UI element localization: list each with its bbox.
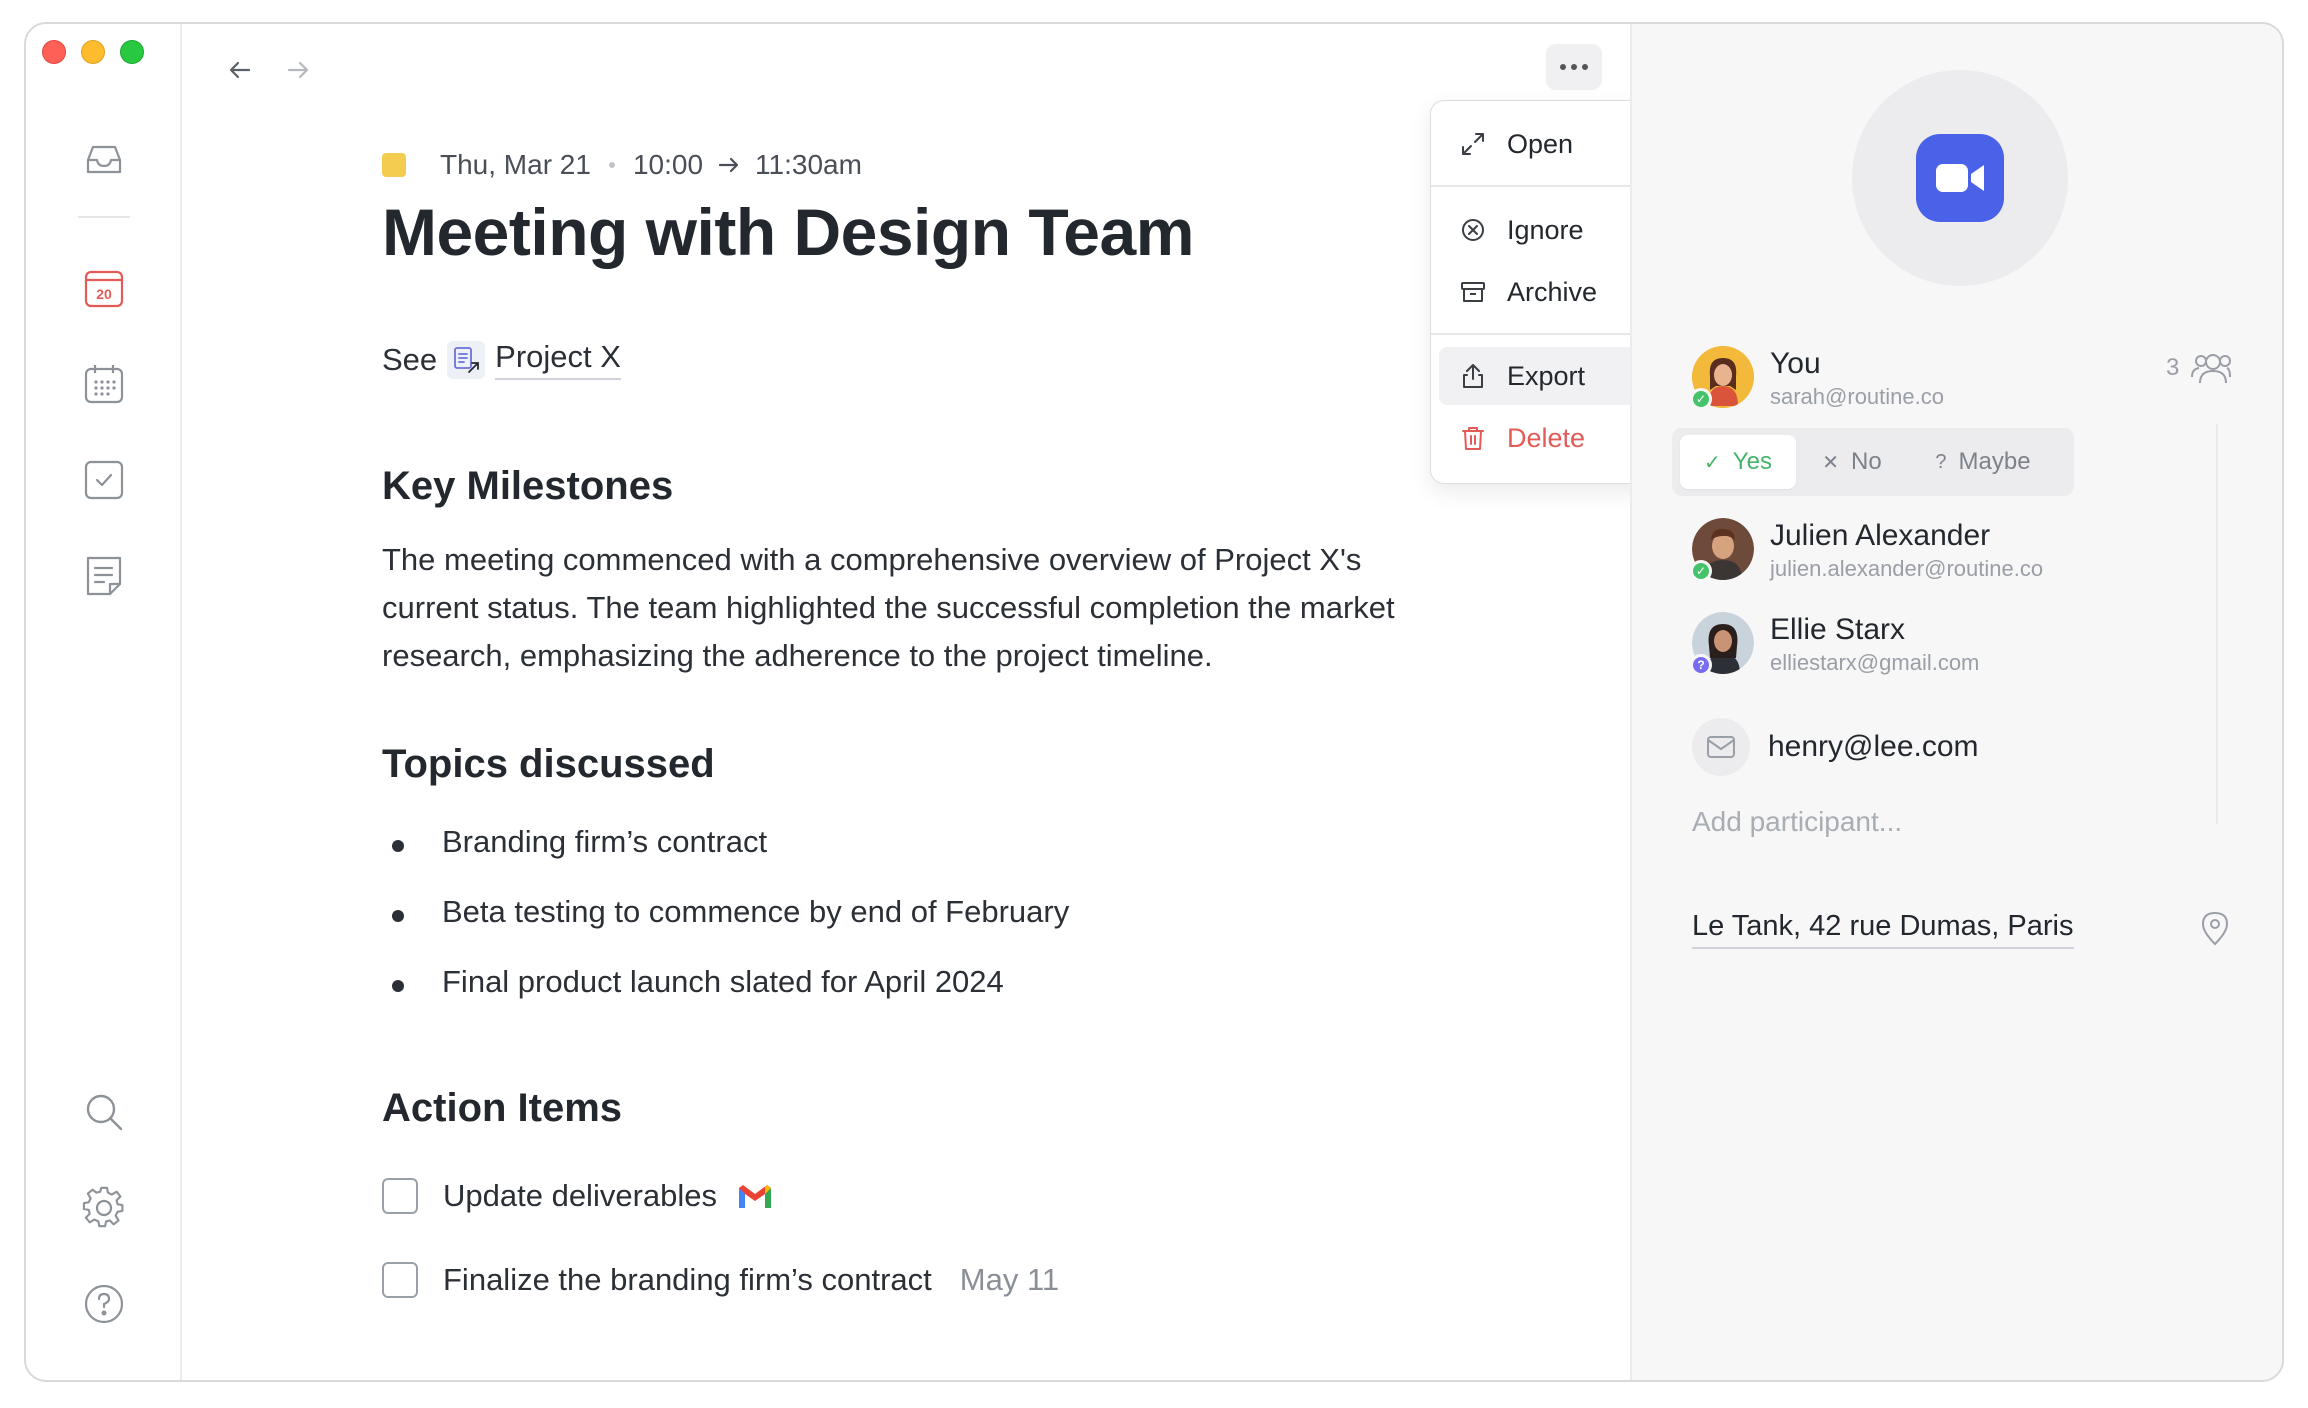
conference-button[interactable] <box>1852 70 2068 286</box>
event-detail: Thu, Mar 21 10:00 11:30am Meeting with D… <box>182 24 1782 1380</box>
people-icon <box>2191 354 2232 384</box>
gear-icon[interactable] <box>78 1182 130 1234</box>
task-checkbox[interactable] <box>382 1178 418 1214</box>
participant-name: Ellie Starx <box>1770 613 1906 646</box>
action-item: Finalize the branding firm’s contract Ma… <box>382 1262 1059 1298</box>
accepted-status-icon: ✓ <box>1690 388 1712 410</box>
participant-name: Julien Alexander <box>1770 519 1991 552</box>
check-icon: ✓ <box>1704 451 1721 474</box>
search-icon[interactable] <box>78 1086 130 1138</box>
participant-email: elliestarx@gmail.com <box>1770 650 1980 675</box>
share-icon <box>1459 362 1487 390</box>
topics-list: Branding firm’s contract Beta testing to… <box>382 824 1069 1034</box>
help-icon[interactable] <box>78 1278 130 1330</box>
topics-heading: Topics discussed <box>382 742 715 786</box>
see-label: See <box>382 341 438 377</box>
arrow-right-icon <box>717 153 741 177</box>
notes-icon[interactable] <box>78 550 130 602</box>
participant-email: sarah@routine.co <box>1770 384 1944 409</box>
x-icon: ✕ <box>1822 451 1840 474</box>
trash-icon <box>1459 424 1487 452</box>
pending-status-icon: ? <box>1690 654 1712 676</box>
gmail-icon[interactable] <box>737 1182 773 1210</box>
participants-count[interactable]: 3 <box>2166 350 2233 386</box>
more-options-button[interactable] <box>1546 44 1602 90</box>
location-field[interactable]: Le Tank, 42 rue Dumas, Paris <box>1692 910 2074 949</box>
app-window: 20 Thu, Mar 21 10:00 11:30am Meeting wit… <box>24 22 2284 1382</box>
participant-julien[interactable]: ✓ Julien Alexander julien.alexander@rout… <box>1690 518 2044 584</box>
rsvp-no-label: No <box>1851 448 1882 475</box>
mail-icon <box>1692 718 1750 776</box>
more-dots-icon <box>1560 64 1566 70</box>
participant-email: julien.alexander@routine.co <box>1770 556 2044 581</box>
zoom-icon <box>1916 134 2004 222</box>
participant-count-value: 3 <box>2166 354 2180 381</box>
calendar-today-icon[interactable]: 20 <box>78 262 130 314</box>
calendar-day-number: 20 <box>96 286 112 302</box>
event-start-time[interactable]: 10:00 <box>633 149 703 181</box>
participant-ellie[interactable]: ? Ellie Starx elliestarx@gmail.com <box>1690 612 1980 678</box>
action-label[interactable]: Update deliverables <box>443 1178 717 1214</box>
actions-heading: Action Items <box>382 1086 623 1130</box>
tasks-icon[interactable] <box>78 454 130 506</box>
location-pin-icon[interactable] <box>2200 910 2230 946</box>
action-due-date[interactable]: May 11 <box>960 1262 1059 1298</box>
forward-arrow-icon[interactable] <box>280 52 316 88</box>
event-datetime[interactable]: Thu, Mar 21 10:00 11:30am <box>382 149 862 181</box>
milestones-heading: Key Milestones <box>382 464 674 508</box>
action-label[interactable]: Finalize the branding firm’s contract <box>443 1262 932 1298</box>
action-item: Update deliverables <box>382 1178 773 1214</box>
separator-dot <box>608 162 615 168</box>
milestones-text[interactable]: The meeting commenced with a comprehensi… <box>382 536 1412 680</box>
event-side-panel: ✓ You sarah@routine.co 3 ✓ Yes ✕ No ? Ma… <box>1630 24 2282 1380</box>
sidebar-divider <box>78 216 130 218</box>
project-x-link[interactable]: Project X <box>495 339 621 380</box>
avatar: ✓ <box>1690 346 1754 410</box>
event-end-time[interactable]: 11:30am <box>755 149 862 181</box>
avatar: ✓ <box>1690 518 1754 582</box>
rsvp-yes-button[interactable]: ✓ Yes <box>1680 435 1796 489</box>
participant-you[interactable]: ✓ You sarah@routine.co <box>1690 346 1944 412</box>
list-item[interactable]: Beta testing to commence by end of Febru… <box>382 894 1069 964</box>
calendar-grid-icon[interactable] <box>78 358 130 410</box>
back-arrow-icon[interactable] <box>222 52 258 88</box>
inbox-icon[interactable] <box>78 134 130 186</box>
archive-icon <box>1459 278 1487 306</box>
linked-doc-icon <box>447 340 486 379</box>
accepted-status-icon: ✓ <box>1690 560 1712 582</box>
event-title[interactable]: Meeting with Design Team <box>382 194 1194 270</box>
ignore-icon <box>1459 216 1487 244</box>
rsvp-yes-label: Yes <box>1732 448 1772 475</box>
linked-doc-line: See Project X <box>382 339 621 380</box>
add-participant-input[interactable]: Add participant... <box>1692 806 1902 838</box>
sidebar: 20 <box>26 24 182 1380</box>
participant-email: henry@lee.com <box>1768 730 1979 763</box>
task-checkbox[interactable] <box>382 1262 418 1298</box>
expand-icon <box>1459 130 1487 158</box>
participant-name: You <box>1770 347 1821 380</box>
avatar: ? <box>1690 612 1754 676</box>
rsvp-maybe-button[interactable]: ? Maybe <box>1908 435 2058 489</box>
list-item[interactable]: Final product launch slated for April 20… <box>382 964 1069 1034</box>
event-date: Thu, Mar 21 <box>440 149 591 180</box>
list-item[interactable]: Branding firm’s contract <box>382 824 1069 894</box>
panel-divider <box>2216 424 2218 824</box>
event-color-swatch[interactable] <box>382 153 406 177</box>
rsvp-no-button[interactable]: ✕ No <box>1796 435 1908 489</box>
question-icon: ? <box>1935 450 1947 473</box>
rsvp-selector: ✓ Yes ✕ No ? Maybe <box>1672 428 2074 496</box>
rsvp-maybe-label: Maybe <box>1958 448 2031 475</box>
participant-henry[interactable]: henry@lee.com <box>1692 718 1979 776</box>
history-nav <box>222 52 316 88</box>
